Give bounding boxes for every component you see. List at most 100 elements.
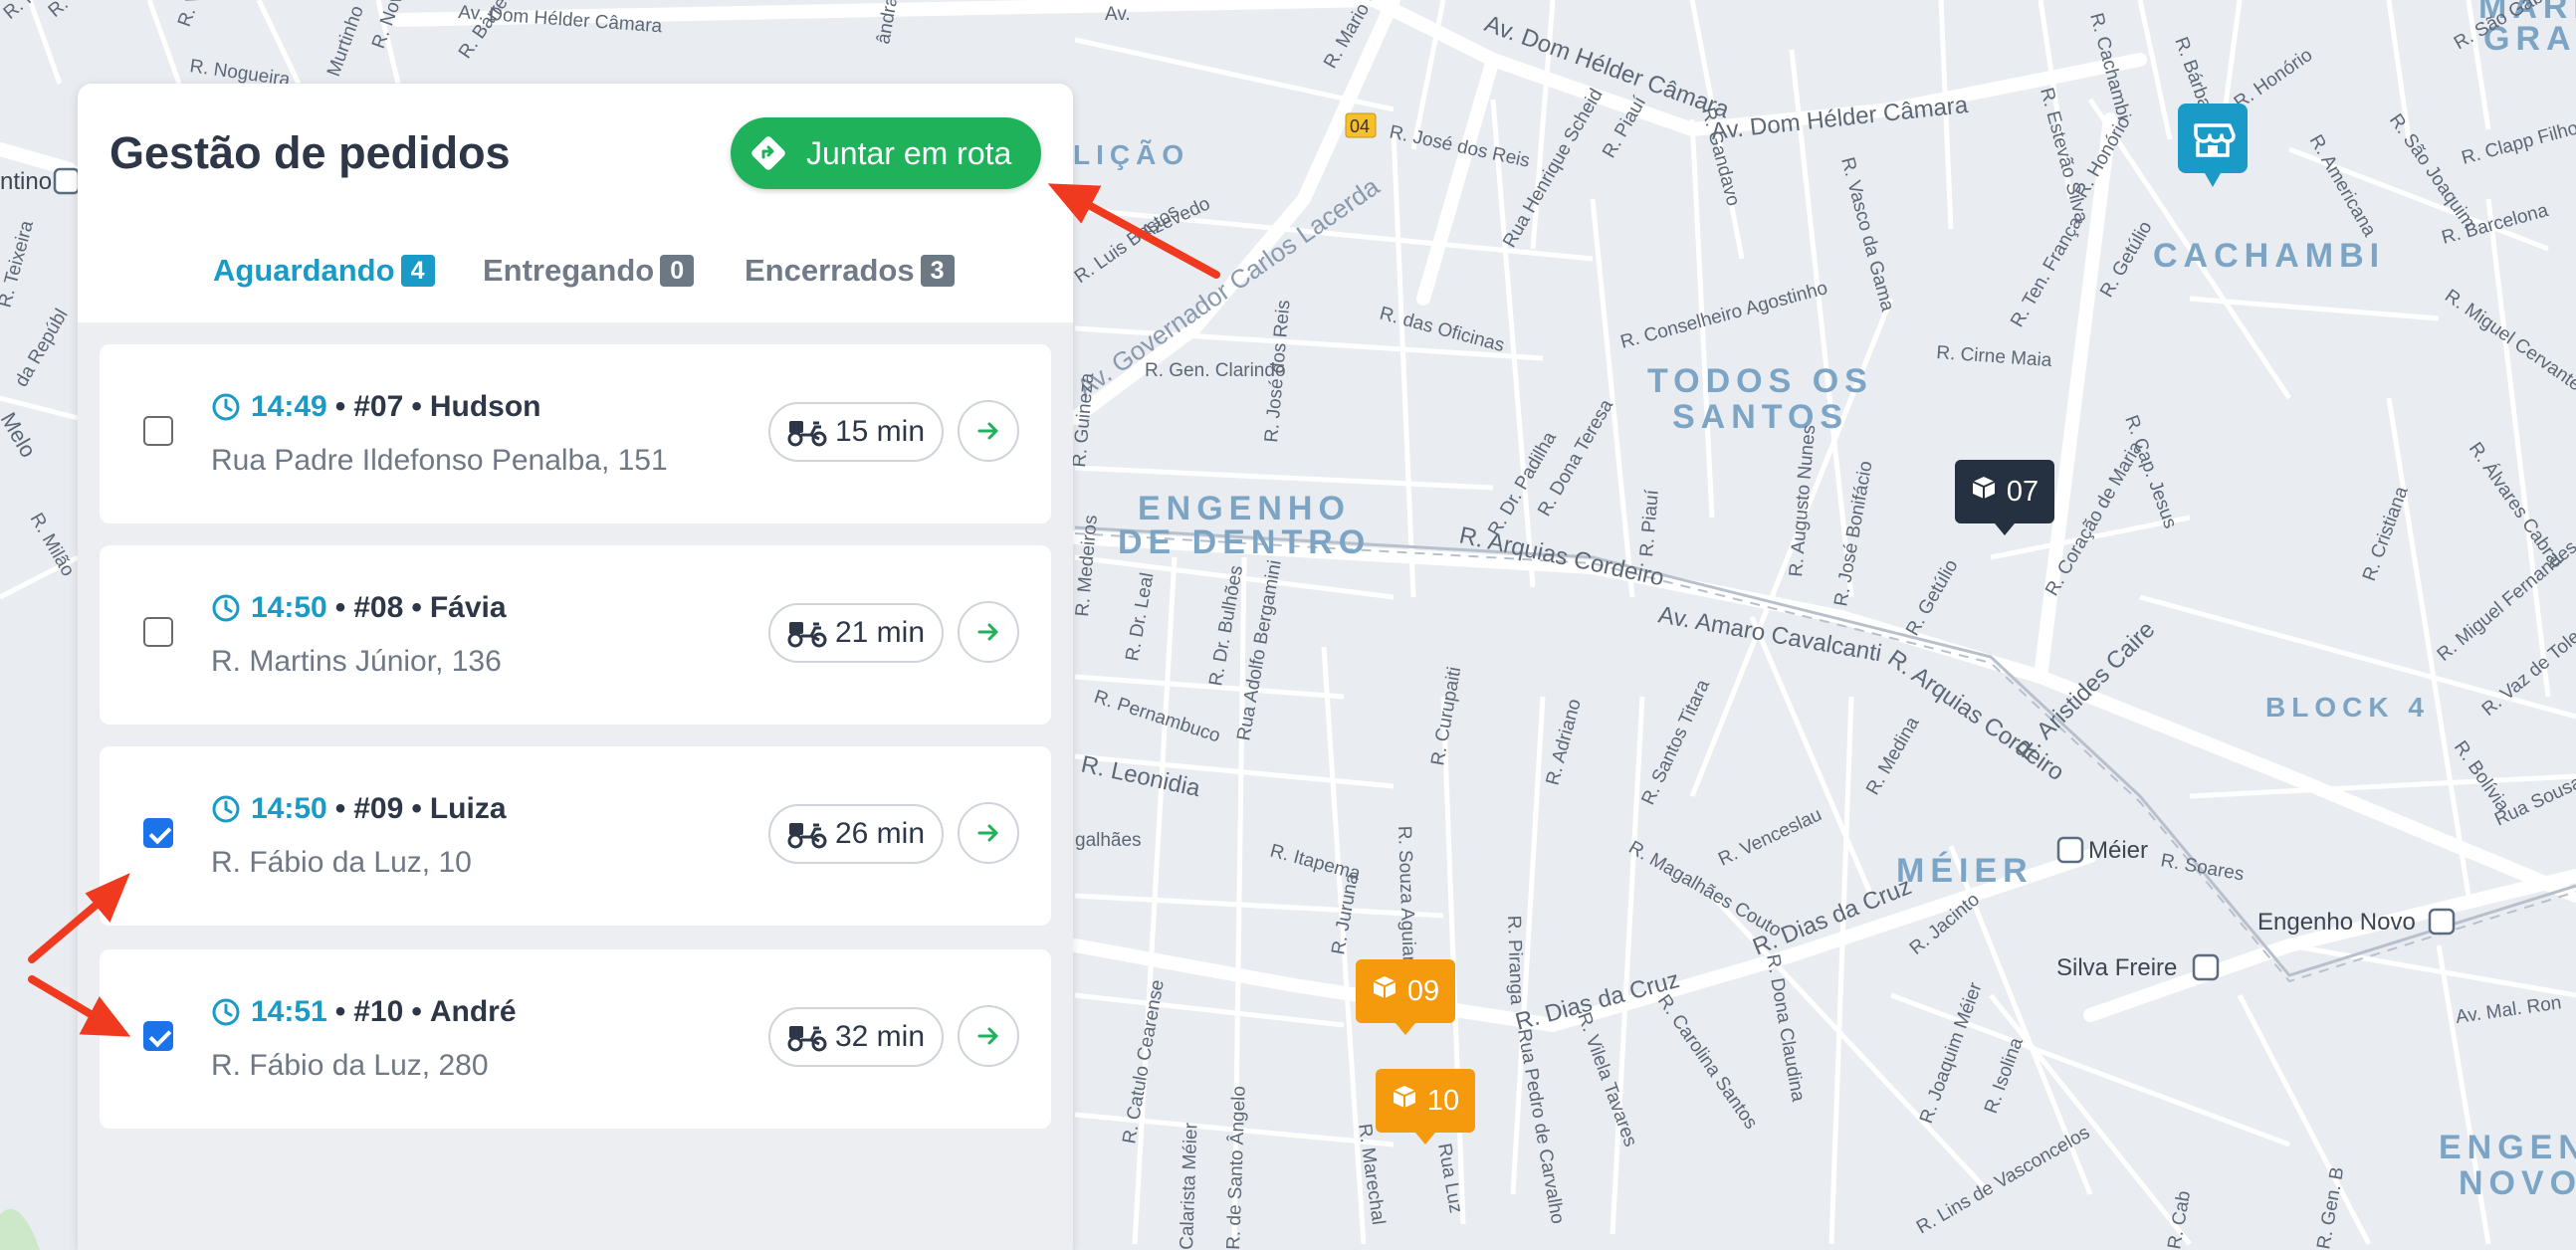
eta-badge: 26 min xyxy=(768,804,944,864)
eta-text: 21 min xyxy=(834,616,926,649)
order-number: #08 xyxy=(353,591,404,624)
clock-icon xyxy=(212,594,240,622)
eta-badge: 21 min xyxy=(768,603,944,663)
order-summary: 14:50 • #08 • Fávia xyxy=(211,591,507,625)
district-label: SANTOS xyxy=(1672,398,1848,436)
order-address: R. Fábio da Luz, 10 xyxy=(211,846,472,879)
order-summary: 14:51 • #10 • André xyxy=(211,995,517,1029)
station-label: Méier xyxy=(2088,837,2148,864)
clock-icon xyxy=(212,795,240,823)
order-management-panel: Gestão de pedidos Juntar em rota Aguarda… xyxy=(78,84,1073,1250)
motorcycle-icon xyxy=(787,823,827,849)
box-icon xyxy=(1971,475,1997,509)
svg-text:Calarista Méier: Calarista Méier xyxy=(1177,1122,1201,1250)
separator-dot: • xyxy=(334,792,346,825)
eta-text: 32 min xyxy=(834,1020,926,1053)
panel-header: Gestão de pedidos Juntar em rota Aguarda… xyxy=(78,84,1073,322)
order-time: 14:49 xyxy=(251,390,327,423)
customer-name: André xyxy=(429,995,517,1028)
tab-count-badge: 4 xyxy=(400,255,435,287)
tab-count-badge: 3 xyxy=(920,255,955,287)
motorcycle-icon xyxy=(787,421,827,447)
store-pin[interactable] xyxy=(2178,104,2248,192)
route-shield: 04 xyxy=(1350,116,1370,136)
eta-badge: 32 min xyxy=(768,1007,944,1067)
order-address: R. Fábio da Luz, 280 xyxy=(211,1049,489,1082)
store-icon xyxy=(2178,104,2248,187)
order-number: #09 xyxy=(353,792,404,825)
separator-dot: • xyxy=(334,995,346,1028)
separator-dot: • xyxy=(411,591,422,624)
order-time: 14:51 xyxy=(251,995,327,1028)
order-pin-label: 09 xyxy=(1406,974,1440,1007)
district-label: ENGENHO xyxy=(1138,490,1351,527)
customer-name: Hudson xyxy=(429,390,541,423)
customer-name: Fávia xyxy=(429,591,507,624)
order-checkbox[interactable] xyxy=(143,1021,173,1051)
status-tabs: Aguardando 4 Entregando 0 Encerrados 3 xyxy=(78,253,1073,293)
open-order-button[interactable] xyxy=(958,1005,1019,1067)
district-label: MÉIER xyxy=(1896,852,2034,890)
order-checkbox[interactable] xyxy=(143,416,173,446)
eta-text: 15 min xyxy=(834,415,926,448)
arrow-right-icon xyxy=(977,824,998,842)
order-pin-09[interactable]: 09 xyxy=(1356,959,1455,1037)
separator-dot: • xyxy=(411,390,422,423)
order-pin-10[interactable]: 10 xyxy=(1376,1069,1475,1146)
order-pin-07[interactable]: 07 xyxy=(1955,460,2054,537)
route-icon xyxy=(751,135,786,171)
order-card[interactable]: 14:49 • #07 • Hudson Rua Padre Ildefonso… xyxy=(100,344,1051,523)
clock-icon xyxy=(212,393,240,421)
order-summary: 14:50 • #09 • Luiza xyxy=(211,792,507,826)
order-time: 14:50 xyxy=(251,792,327,825)
order-pin-label: 10 xyxy=(1426,1084,1460,1117)
tab-encerrados[interactable]: Encerrados 3 xyxy=(745,253,955,289)
separator-dot: • xyxy=(334,591,346,624)
join-route-label: Juntar em rota xyxy=(806,134,1012,171)
tab-count-badge: 0 xyxy=(660,255,695,287)
separator-dot: • xyxy=(334,390,346,423)
order-card[interactable]: 14:51 • #10 • André R. Fábio da Luz, 280… xyxy=(100,949,1051,1129)
order-address: Rua Padre Ildefonso Penalba, 151 xyxy=(211,444,668,477)
svg-text:R. Piranga: R. Piranga xyxy=(1503,915,1527,1005)
order-number: #07 xyxy=(353,390,404,423)
panel-title: Gestão de pedidos xyxy=(109,127,511,178)
order-checkbox[interactable] xyxy=(143,617,173,647)
separator-dot: • xyxy=(411,995,422,1028)
order-address: R. Martins Júnior, 136 xyxy=(211,645,502,678)
order-card[interactable]: 14:50 • #08 • Fávia R. Martins Júnior, 1… xyxy=(100,545,1051,725)
separator-dot: • xyxy=(411,792,422,825)
tab-aguardando[interactable]: Aguardando 4 xyxy=(213,253,435,289)
box-icon xyxy=(1392,1084,1417,1118)
district-label: NOVO xyxy=(2459,1164,2576,1202)
order-card[interactable]: 14:50 • #09 • Luiza R. Fábio da Luz, 10 … xyxy=(100,746,1051,926)
station-label: ntino xyxy=(0,168,52,195)
arrow-right-icon xyxy=(977,422,998,440)
motorcycle-icon xyxy=(787,622,827,648)
order-checkbox[interactable] xyxy=(143,818,173,848)
customer-name: Luiza xyxy=(429,792,507,825)
order-time: 14:50 xyxy=(251,591,327,624)
station-label: Engenho Novo xyxy=(2257,909,2416,936)
tab-entregando[interactable]: Entregando 0 xyxy=(483,253,695,289)
district-label: ENGEN xyxy=(2439,1129,2576,1166)
district-label: LIÇÃO xyxy=(1073,139,1189,170)
svg-text:R. Gen. Clarindo: R. Gen. Clarindo xyxy=(1145,360,1286,381)
district-label: CACHAMBI xyxy=(2153,237,2385,275)
district-label: TODOS OS xyxy=(1647,362,1873,400)
motorcycle-icon xyxy=(787,1026,827,1052)
join-route-button[interactable]: Juntar em rota xyxy=(731,117,1041,189)
order-pin-label: 07 xyxy=(2006,475,2039,508)
svg-text:galhães: galhães xyxy=(1075,830,1142,851)
eta-text: 26 min xyxy=(834,817,926,850)
clock-icon xyxy=(212,998,240,1026)
open-order-button[interactable] xyxy=(958,400,1019,462)
open-order-button[interactable] xyxy=(958,601,1019,663)
open-order-button[interactable] xyxy=(958,802,1019,864)
svg-text:Av.: Av. xyxy=(1105,4,1131,25)
station-label: Silva Freire xyxy=(2056,954,2177,981)
order-summary: 14:49 • #07 • Hudson xyxy=(211,390,540,424)
district-label: BLOCK 4 xyxy=(2265,692,2430,723)
arrow-right-icon xyxy=(977,623,998,641)
box-icon xyxy=(1372,974,1397,1008)
